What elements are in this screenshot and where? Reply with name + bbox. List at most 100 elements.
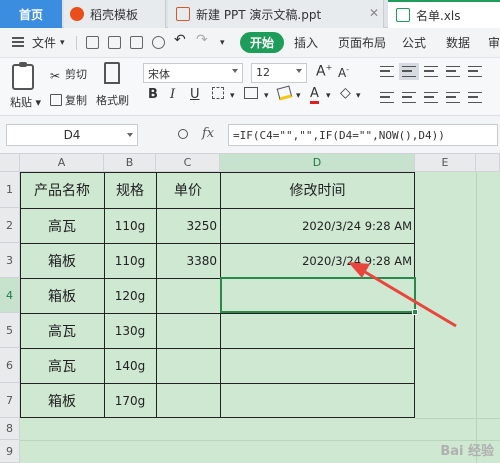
align-bottom-icon[interactable] [424, 66, 438, 77]
search-icon[interactable] [178, 129, 188, 139]
cut-button[interactable]: ✂ 剪切 [50, 66, 87, 83]
print-icon[interactable] [130, 36, 143, 49]
cell-b3[interactable]: 110g [104, 243, 156, 278]
chevron-down-icon[interactable]: ▾ [60, 38, 65, 48]
paste-button[interactable]: 粘贴 ▾ [10, 94, 41, 110]
paste-icon[interactable] [12, 62, 34, 90]
spreadsheet-grid[interactable]: A B C D E 1 2 3 4 5 6 7 8 9 产品名称 规格 单价 修… [0, 154, 500, 463]
bold-button[interactable]: B [148, 87, 158, 102]
align-right-icon[interactable] [424, 92, 438, 103]
gridline [20, 440, 500, 441]
cell-b1[interactable]: 规格 [104, 172, 156, 208]
row-header-2[interactable]: 2 [0, 208, 20, 243]
chevron-down-icon[interactable]: ▾ [264, 91, 269, 101]
copy-button[interactable]: 复制 [50, 92, 87, 108]
active-cell-selection[interactable] [220, 277, 416, 313]
menu-page-layout[interactable]: 页面布局 [338, 34, 386, 51]
eraser-icon[interactable]: ◇ [340, 85, 351, 101]
name-box[interactable]: D4 [6, 124, 138, 146]
distribute-icon[interactable] [446, 92, 460, 103]
undo-icon[interactable]: ↶ [174, 32, 186, 48]
cell-b5[interactable]: 130g [104, 313, 156, 348]
cell-a6[interactable]: 高瓦 [20, 348, 104, 383]
fill-color-button[interactable] [276, 85, 293, 103]
column-header-e[interactable]: E [415, 154, 476, 172]
cell-c4[interactable] [156, 278, 220, 313]
cell-a2[interactable]: 高瓦 [20, 208, 104, 243]
align-center-icon[interactable] [402, 92, 416, 103]
chevron-down-icon[interactable]: ▾ [356, 91, 361, 101]
row-header-6[interactable]: 6 [0, 348, 20, 383]
cell-d1[interactable]: 修改时间 [220, 172, 415, 208]
menu-divider [76, 36, 77, 50]
cell-a5[interactable]: 高瓦 [20, 313, 104, 348]
row-header-1[interactable]: 1 [0, 172, 20, 208]
cell-d2[interactable]: 2020/3/24 9:28 AM [220, 208, 415, 243]
save-icon[interactable] [86, 36, 99, 49]
cell-a3[interactable]: 箱板 [20, 243, 104, 278]
column-header-a[interactable]: A [20, 154, 104, 172]
justify-icon[interactable] [446, 66, 460, 77]
row-header-7[interactable]: 7 [0, 383, 20, 418]
grow-font-button[interactable]: A+ [316, 63, 332, 80]
hamburger-icon[interactable] [12, 37, 24, 47]
column-header-d[interactable]: D [220, 154, 415, 172]
align-left-icon[interactable] [380, 92, 394, 103]
column-header-b[interactable]: B [104, 154, 156, 172]
font-color-button[interactable]: A [310, 87, 319, 104]
cell-b7[interactable]: 170g [104, 383, 156, 418]
menu-file[interactable]: 文件 [32, 34, 56, 51]
tab-template[interactable]: 稻壳模板 [64, 0, 166, 28]
tab-ppt[interactable]: 新建 PPT 演示文稿.ppt ✕ [168, 0, 384, 28]
cell-b6[interactable]: 140g [104, 348, 156, 383]
row-header-9[interactable]: 9 [0, 440, 20, 463]
merge-cells-button[interactable] [244, 87, 258, 103]
cell-b2[interactable]: 110g [104, 208, 156, 243]
shrink-font-button[interactable]: A- [338, 65, 349, 80]
row-header-8[interactable]: 8 [0, 418, 20, 440]
menu-formula[interactable]: 公式 [402, 34, 426, 51]
fx-icon[interactable]: fx [202, 126, 214, 141]
export-icon[interactable] [108, 36, 121, 49]
chevron-down-icon[interactable]: ▾ [230, 91, 235, 101]
tab-xls[interactable]: 名单.xls [388, 0, 500, 28]
column-header-c[interactable]: C [156, 154, 220, 172]
align-middle-icon[interactable] [399, 63, 419, 80]
preview-icon[interactable] [152, 36, 165, 49]
cell-a4[interactable]: 箱板 [20, 278, 104, 313]
row-header-4[interactable]: 4 [0, 278, 20, 313]
cell-c3[interactable]: 3380 [156, 243, 220, 278]
format-painter-button[interactable]: 格式刷 [96, 92, 129, 108]
menu-data[interactable]: 数据 [446, 34, 470, 51]
formula-input[interactable]: =IF(C4="","",IF(D4="",NOW(),D4)) [228, 124, 498, 146]
align-top-icon[interactable] [380, 66, 394, 77]
wrap-text-icon[interactable] [468, 66, 482, 77]
cell-a7[interactable]: 箱板 [20, 383, 104, 418]
underline-button[interactable]: U [190, 87, 200, 102]
chevron-down-icon[interactable]: ▾ [326, 91, 331, 101]
cell-d3[interactable]: 2020/3/24 9:28 AM [220, 243, 415, 278]
menu-review[interactable]: 审 [488, 34, 500, 51]
cell-c1[interactable]: 单价 [156, 172, 220, 208]
column-header-f[interactable] [476, 154, 500, 172]
fill-handle[interactable] [412, 309, 418, 315]
chevron-down-icon[interactable]: ▾ [296, 91, 301, 101]
format-painter-icon[interactable] [104, 62, 120, 84]
redo-icon[interactable]: ↷ [196, 32, 208, 48]
tab-home[interactable]: 首页 [0, 0, 62, 28]
row-header-5[interactable]: 5 [0, 313, 20, 348]
cell-c2[interactable]: 3250 [156, 208, 220, 243]
indent-icon[interactable] [468, 92, 482, 103]
italic-button[interactable]: I [170, 87, 175, 102]
font-size-select[interactable]: 12 [251, 63, 307, 83]
select-all-corner[interactable] [0, 154, 20, 172]
close-icon[interactable]: ✕ [369, 6, 379, 20]
cell-a1[interactable]: 产品名称 [20, 172, 104, 208]
menu-start[interactable]: 开始 [240, 32, 285, 53]
row-header-3[interactable]: 3 [0, 243, 20, 278]
menu-insert[interactable]: 插入 [294, 34, 318, 51]
borders-button[interactable] [212, 87, 224, 103]
font-name-select[interactable]: 宋体 [143, 63, 243, 83]
quick-access-dropdown-icon[interactable]: ▾ [220, 38, 225, 48]
cell-b4[interactable]: 120g [104, 278, 156, 313]
